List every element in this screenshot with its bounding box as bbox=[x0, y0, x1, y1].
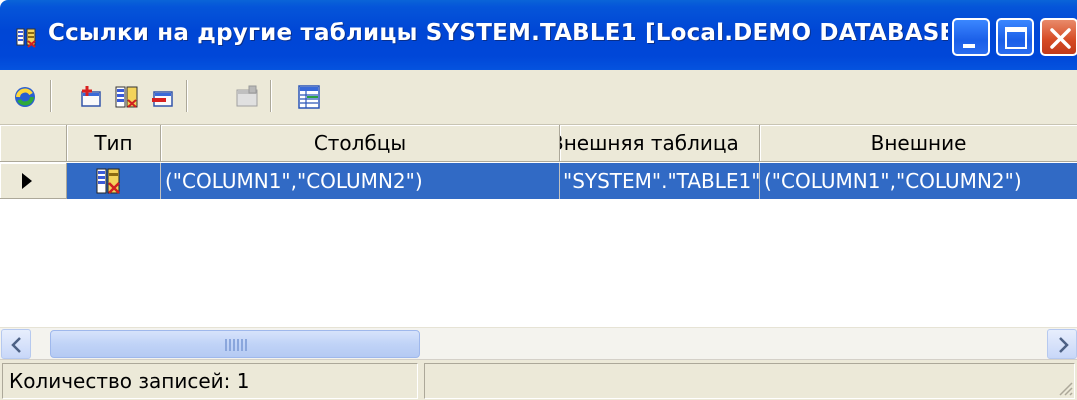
current-row-icon bbox=[22, 173, 32, 189]
table-links-icon bbox=[16, 26, 38, 48]
record-count-label: Количество записей: 1 bbox=[2, 363, 418, 399]
refresh-icon bbox=[15, 87, 35, 107]
row-columns-cell[interactable]: ("COLUMN1","COLUMN2") bbox=[161, 163, 559, 199]
row-indicator bbox=[0, 163, 67, 199]
resize-grip-icon[interactable] bbox=[1055, 378, 1073, 396]
maximize-button[interactable] bbox=[996, 18, 1034, 56]
row-foreign-table-cell[interactable]: "SYSTEM"."TABLE1" bbox=[560, 163, 759, 199]
toolbar bbox=[0, 70, 1077, 125]
minimize-icon bbox=[963, 44, 975, 48]
properties-icon bbox=[236, 85, 258, 107]
references-window: Ссылки на другие таблицы SYSTEM.TABLE1 [… bbox=[0, 0, 1077, 400]
status-panel-secondary bbox=[424, 363, 1075, 399]
header-indicator bbox=[0, 125, 67, 162]
scroll-thumb[interactable] bbox=[50, 330, 420, 358]
foreign-key-icon bbox=[96, 168, 120, 194]
header-foreign-table[interactable]: Внешняя таблица bbox=[560, 125, 760, 162]
header-type[interactable]: Тип bbox=[67, 125, 161, 162]
scroll-right-button[interactable] bbox=[1047, 329, 1077, 359]
arrow-left-icon bbox=[11, 337, 21, 353]
arrow-right-icon bbox=[1059, 337, 1069, 353]
references-grid: Тип Столбцы Внешняя таблица Внешние ("CO… bbox=[0, 125, 1077, 327]
minimize-button[interactable] bbox=[952, 18, 990, 56]
edit-reference-button[interactable] bbox=[108, 78, 144, 114]
header-columns[interactable]: Столбцы bbox=[161, 125, 560, 162]
close-icon bbox=[1050, 28, 1071, 49]
grip-icon bbox=[225, 339, 247, 351]
close-button[interactable] bbox=[1040, 18, 1077, 56]
add-reference-button[interactable] bbox=[72, 78, 108, 114]
add-icon bbox=[81, 86, 101, 107]
title-bar[interactable]: Ссылки на другие таблицы SYSTEM.TABLE1 [… bbox=[0, 0, 1077, 70]
horizontal-scrollbar[interactable] bbox=[0, 327, 1077, 359]
window-title: Ссылки на другие таблицы SYSTEM.TABLE1 [… bbox=[48, 20, 948, 46]
scroll-left-button[interactable] bbox=[1, 329, 31, 359]
row-type-cell[interactable] bbox=[67, 163, 160, 199]
grid-icon bbox=[298, 85, 320, 109]
header-foreign[interactable]: Внешние bbox=[760, 125, 1077, 162]
maximize-icon bbox=[1005, 27, 1027, 49]
properties-button[interactable] bbox=[228, 78, 264, 114]
row-foreign-cell[interactable]: ("COLUMN1","COLUMN2") bbox=[760, 163, 1077, 199]
table-row[interactable]: ("COLUMN1","COLUMN2") "SYSTEM"."TABLE1" … bbox=[0, 163, 1077, 199]
refresh-button[interactable] bbox=[6, 78, 42, 114]
toolbar-separator bbox=[186, 80, 188, 112]
status-bar: Количество записей: 1 bbox=[0, 359, 1077, 400]
delete-icon bbox=[152, 91, 173, 107]
toolbar-separator bbox=[270, 80, 272, 112]
edit-icon bbox=[115, 86, 138, 108]
delete-reference-button[interactable] bbox=[144, 78, 180, 114]
grid-view-button[interactable] bbox=[290, 78, 326, 114]
toolbar-separator bbox=[50, 80, 52, 112]
